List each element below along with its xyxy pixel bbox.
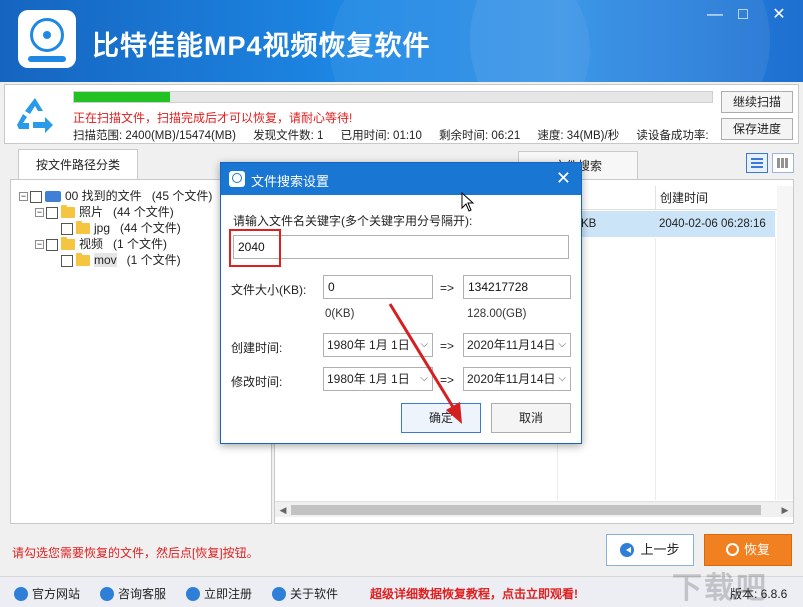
mouse-cursor-icon [461, 192, 475, 212]
size-range-arrow: => [440, 281, 455, 295]
scan-message: 正在扫描文件，扫描完成后才可以恢复，请耐心等待! [73, 111, 353, 125]
dialog-close-icon[interactable]: ✕ [556, 168, 571, 189]
minimize-icon[interactable]: — [704, 4, 726, 26]
collapse-icon[interactable]: − [35, 240, 44, 250]
size-min-input[interactable] [323, 275, 433, 299]
scan-speed: 速度: 34(MB)/秒 [537, 130, 620, 142]
grid-view-icon [777, 158, 789, 168]
column-header-created[interactable]: 创建时间 [655, 186, 775, 210]
register-icon [186, 586, 200, 601]
tutorial-promo-link[interactable]: 超级详细数据恢复教程，点击立即观看! [370, 585, 578, 602]
tree-item-found-files[interactable]: −00 找到的文件 (45 个文件) [19, 188, 212, 204]
restore-icon[interactable]: □ [732, 4, 754, 26]
save-progress-button[interactable]: 保存进度 [721, 118, 793, 140]
grid-view-button[interactable] [772, 153, 794, 173]
keyword-label: 请输入文件名关键字(多个关键字用分号隔开): [233, 214, 473, 228]
tree-checkbox[interactable] [61, 222, 73, 235]
cancel-button[interactable]: 取消 [491, 403, 571, 433]
elapsed-time: 已用时间: 01:10 [340, 130, 422, 142]
recover-button[interactable]: 恢复 [704, 534, 792, 566]
folder-icon [76, 221, 90, 235]
modified-range-arrow: => [440, 373, 455, 387]
created-time-label: 创建时间: [231, 341, 283, 355]
file-size-label: 文件大小(KB): [231, 283, 307, 297]
official-site-link[interactable]: 官方网站 [14, 585, 80, 602]
folder-icon [76, 253, 90, 267]
dialog-title: 文件搜索设置 [251, 174, 330, 189]
version-label: 版本: 6.8.6 [730, 587, 788, 601]
footer-bar: 官方网站 咨询客服 立即注册 关于软件 超级详细数据恢复教程，点击立即观看! 下… [0, 572, 803, 607]
app-title: 比特佳能MP4视频恢复软件 [92, 31, 431, 61]
size-max-input[interactable] [463, 275, 571, 299]
continue-scan-button[interactable]: 继续扫描 [721, 91, 793, 113]
support-link[interactable]: 咨询客服 [100, 585, 166, 602]
created-from-date[interactable]: 1980年 1月 1日 ⌵ [323, 333, 433, 357]
back-arrow-icon [620, 542, 635, 557]
keyword-input[interactable] [233, 235, 569, 259]
ok-button[interactable]: 确定 [401, 403, 481, 433]
size-max-unit: 128.00(GB) [467, 308, 527, 320]
tree-checkbox[interactable] [46, 206, 58, 219]
tree-item-videos[interactable]: − 视频 (1 个文件) [35, 236, 167, 252]
title-bar: 比特佳能MP4视频恢复软件 — □ ✕ [0, 0, 803, 82]
tree-checkbox[interactable] [30, 190, 42, 203]
created-to-date[interactable]: 2020年11月14日 ⌵ [463, 333, 571, 357]
chevron-down-icon[interactable]: ⌵ [558, 368, 566, 390]
chevron-down-icon[interactable]: ⌵ [558, 334, 566, 356]
tree-checkbox[interactable] [61, 254, 73, 267]
column-divider [775, 238, 776, 500]
about-link[interactable]: 关于软件 [272, 585, 338, 602]
modified-to-date[interactable]: 2020年11月14日 ⌵ [463, 367, 571, 391]
scan-progress-fill [74, 92, 170, 102]
tree-item-jpg[interactable]: jpg (44 个文件) [61, 220, 181, 236]
scan-progress-bar [73, 91, 713, 103]
collapse-icon[interactable]: − [35, 208, 44, 218]
chevron-down-icon[interactable]: ⌵ [420, 334, 428, 356]
tree-item-mov[interactable]: mov (1 个文件) [61, 252, 181, 268]
recover-icon [725, 543, 739, 557]
list-view-button[interactable] [746, 153, 768, 173]
remaining-time: 剩余时间: 06:21 [439, 130, 521, 142]
scan-stats: 扫描范围: 2400(MB)/15474(MB) 发现文件数: 1 已用时间: … [73, 127, 723, 143]
folder-icon [61, 205, 75, 219]
keyword-highlight-box [229, 229, 281, 267]
read-success-rate: 读设备成功率: [636, 130, 709, 142]
close-icon[interactable]: ✕ [768, 4, 790, 26]
dialog-app-icon [229, 171, 245, 187]
modified-from-date[interactable]: 1980年 1月 1日 ⌵ [323, 367, 433, 391]
home-icon [14, 586, 28, 601]
list-view-icon [751, 158, 763, 168]
tree-checkbox[interactable] [46, 238, 58, 251]
scroll-left-icon[interactable]: ◀ [275, 502, 291, 518]
previous-step-button[interactable]: 上一步 [606, 534, 694, 566]
info-icon [272, 586, 286, 601]
dialog-title-bar: 文件搜索设置 ✕ [221, 163, 581, 195]
file-search-dialog: 文件搜索设置 ✕ 请输入文件名关键字(多个关键字用分号隔开): 文件大小(KB)… [220, 162, 582, 444]
modified-time-label: 修改时间: [231, 375, 283, 389]
created-range-arrow: => [440, 339, 455, 353]
support-icon [100, 586, 114, 601]
vertical-scrollbar[interactable] [777, 186, 793, 500]
tree-item-photos[interactable]: − 照片 (44 个文件) [35, 204, 174, 220]
column-divider [655, 238, 656, 500]
file-created-time: 2040-02-06 06:28:16 [659, 218, 766, 230]
recycle-icon [17, 98, 53, 133]
horizontal-scrollbar[interactable]: ◀ ▶ [275, 501, 793, 517]
tab-by-path[interactable]: 按文件路径分类 [18, 149, 138, 179]
drive-icon [45, 191, 61, 203]
scroll-right-icon[interactable]: ▶ [777, 502, 793, 518]
chevron-down-icon[interactable]: ⌵ [420, 368, 428, 390]
app-logo-icon [18, 10, 76, 68]
found-count: 发现文件数: 1 [253, 130, 324, 142]
scan-status-panel: 正在扫描文件，扫描完成后才可以恢复，请耐心等待! 扫描范围: 2400(MB)/… [4, 84, 799, 144]
scan-range: 扫描范围: 2400(MB)/15474(MB) [73, 130, 236, 142]
size-min-unit: 0(KB) [325, 308, 355, 320]
collapse-icon[interactable]: − [19, 192, 28, 202]
folder-icon [61, 237, 75, 251]
register-link[interactable]: 立即注册 [186, 585, 252, 602]
scroll-thumb[interactable] [291, 505, 761, 515]
recover-hint: 请勾选您需要恢复的文件，然后点[恢复]按钮。 [12, 546, 259, 560]
